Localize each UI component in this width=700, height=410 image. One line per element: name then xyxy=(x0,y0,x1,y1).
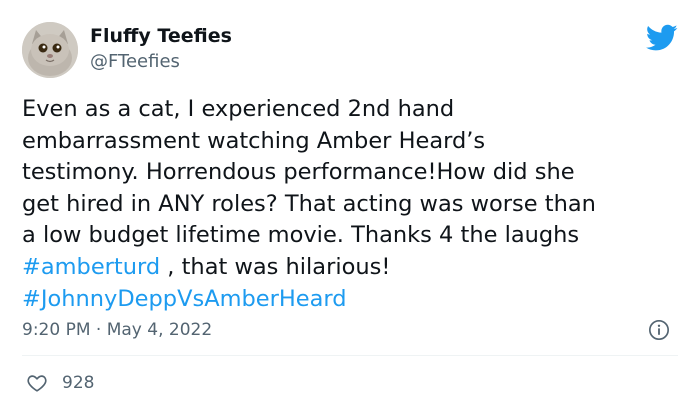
author-display-name[interactable]: Fluffy Teefies xyxy=(90,24,232,48)
tweet-text: Even as a cat, I experienced 2nd hand em… xyxy=(22,94,682,315)
info-icon[interactable] xyxy=(648,319,670,341)
heart-icon[interactable] xyxy=(26,372,48,394)
author-handle[interactable]: @FTeefies xyxy=(90,50,232,74)
tweet-header: Fluffy Teefies @FTeefies xyxy=(22,22,678,78)
hashtag-link[interactable]: #amberturd xyxy=(22,254,160,280)
tweet-text-segment: , that was hilarious! xyxy=(167,253,391,280)
divider xyxy=(22,355,678,356)
cat-avatar[interactable] xyxy=(22,22,78,78)
tweet-timestamp[interactable]: 9:20 PM · May 4, 2022 xyxy=(22,318,212,342)
like-count: 928 xyxy=(62,373,95,393)
tweet-text-segment: Even as a cat, I experienced 2nd hand em… xyxy=(22,96,596,249)
author-block: Fluffy Teefies @FTeefies xyxy=(90,24,232,74)
hashtag-link[interactable]: #JohnnyDeppVsAmberHeard xyxy=(22,286,347,312)
twitter-bird-icon[interactable] xyxy=(646,24,678,52)
tweet-card: Fluffy Teefies @FTeefies Even as a cat, … xyxy=(0,0,700,410)
